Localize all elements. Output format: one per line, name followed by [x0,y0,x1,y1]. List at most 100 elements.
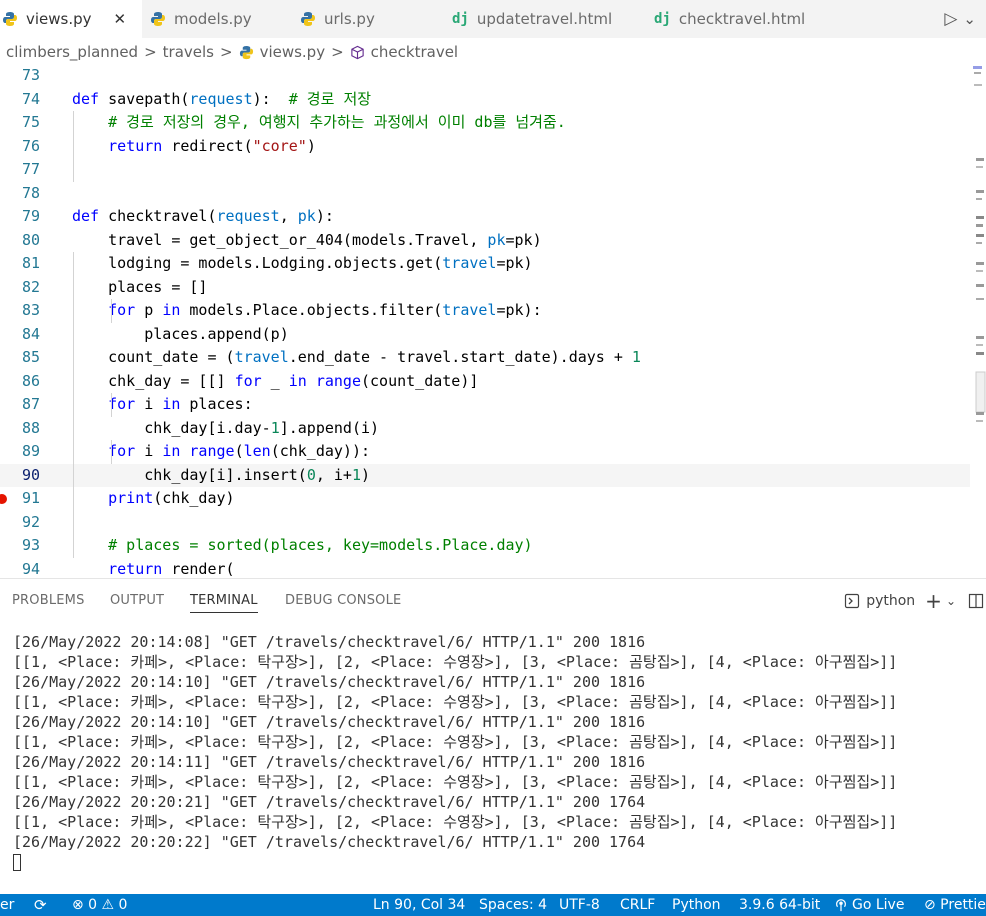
tab-checktravel-html[interactable]: dj checktravel.html [654,0,805,38]
status-remote-label[interactable]: er [0,894,14,916]
line-number[interactable]: 88 [0,417,40,441]
line-number[interactable]: 86 [0,370,40,394]
status-encoding[interactable]: UTF-8 [559,894,600,916]
tab-problems[interactable]: PROBLEMS [12,593,85,608]
line-number[interactable]: 76 [0,135,40,159]
go-live-button[interactable]: Go Live [834,894,904,916]
terminal-shell-selector[interactable]: python [844,593,915,609]
line-number[interactable]: 92 [0,511,40,535]
code-line[interactable]: 74 def savepath(request): # 경로 저장 [0,88,970,112]
line-number[interactable]: 78 [0,182,40,206]
chevron-down-icon[interactable]: ⌄ [946,594,956,608]
line-number[interactable]: 83 [0,299,40,323]
code-line[interactable]: 75 # 경로 저장의 경우, 여행지 추가하는 과정에서 이미 db를 넘겨줌… [0,111,970,135]
line-number[interactable]: 93 [0,534,40,558]
code-line[interactable]: 81 lodging = models.Lodging.objects.get(… [0,252,970,276]
code-line[interactable]: 76 return redirect("core") [0,135,970,159]
terminal-line: [[1, <Place: 카페>, <Place: 탁구장>], [2, <Pl… [13,733,898,751]
python-icon [150,11,166,27]
terminal-cursor [13,854,21,871]
status-indentation[interactable]: Spaces: 4 [479,894,547,916]
indent-guide [73,252,74,558]
indent-guide [111,393,112,417]
tab-urls-py[interactable]: urls.py [300,0,375,38]
code-text: # places = sorted(places, key=models.Pla… [108,536,533,554]
line-number[interactable]: 84 [0,323,40,347]
status-problems[interactable]: ⊗ 0 ⚠ 0 [72,894,127,916]
go-live-label: Go Live [852,897,905,913]
code-line[interactable]: 92 [0,511,970,535]
tab-debug-console[interactable]: DEBUG CONSOLE [285,593,401,608]
line-number[interactable]: 75 [0,111,40,135]
code-line[interactable]: 84 places.append(p) [0,323,970,347]
breadcrumb: climbers_planned > travels > views.py > … [0,38,986,66]
code-line[interactable]: 77 [0,158,970,182]
terminal-line: [[1, <Place: 카페>, <Place: 탁구장>], [2, <Pl… [13,813,898,831]
code-line[interactable]: 80 travel = get_object_or_404(models.Tra… [0,229,970,253]
code-editor[interactable]: 73 74 def savepath(request): # 경로 저장 75 # 경… [0,66,986,578]
code-line[interactable]: 88 chk_day[i.day-1].append(i) [0,417,970,441]
code-line[interactable]: 91 print(chk_day) [0,487,970,511]
line-number[interactable]: 89 [0,440,40,464]
run-icon[interactable]: ▷ [944,9,957,29]
line-number[interactable]: 77 [0,158,40,182]
code-line[interactable]: 90 chk_day[i].insert(0, i+1) [0,463,970,488]
line-number[interactable]: 79 [0,205,40,229]
line-number[interactable]: 82 [0,276,40,300]
code-line[interactable]: 78 [0,182,970,206]
terminal-line: [26/May/2022 20:14:10] "GET /travels/che… [13,673,646,691]
line-number[interactable]: 74 [0,88,40,112]
line-number[interactable]: 73 [0,66,40,88]
terminal-line: [26/May/2022 20:20:21] "GET /travels/che… [13,793,646,811]
terminal-output[interactable]: [26/May/2022 20:14:08] "GET /travels/che… [0,622,986,894]
status-prettier[interactable]: ⊘ Prettie [924,894,986,916]
python-icon [239,45,253,59]
breadcrumb-folder[interactable]: climbers_planned [6,43,138,61]
tab-terminal[interactable]: TERMINAL [190,593,258,613]
status-cursor-position[interactable]: Ln 90, Col 34 [373,894,465,916]
status-interpreter[interactable]: 3.9.6 64-bit [739,894,820,916]
code-text: count_date = (travel.end_date - travel.s… [72,348,641,366]
code-line[interactable]: 86 chk_day = [[] for _ in range(count_da… [0,370,970,394]
breadcrumb-symbol[interactable]: checktravel [350,43,458,61]
line-number[interactable]: 94 [0,558,40,579]
status-eol[interactable]: CRLF [620,894,655,916]
indent-guide [73,111,74,182]
tab-output[interactable]: OUTPUT [110,593,164,608]
code-text: for p in models.Place.objects.filter(tra… [108,301,542,319]
split-terminal-icon[interactable] [968,593,984,609]
code-line[interactable]: 89 for i in range(len(chk_day)): [0,440,970,464]
code-text: places.append(p) [72,324,289,343]
chevron-down-icon[interactable]: ⌄ [963,10,976,28]
line-number[interactable]: 90 [0,464,40,488]
line-number[interactable]: 81 [0,252,40,276]
breadcrumb-file[interactable]: views.py [239,43,325,61]
tab-models-py[interactable]: models.py [150,0,252,38]
terminal-line: [[1, <Place: 카페>, <Place: 탁구장>], [2, <Pl… [13,653,898,671]
code-line[interactable]: 82 places = [] [0,276,970,300]
code-line[interactable]: 93 # places = sorted(places, key=models.… [0,534,970,558]
sync-icon[interactable]: ⟳ [34,894,47,916]
add-terminal-icon[interactable]: + [925,589,942,613]
code-line[interactable]: 94 return render( [0,558,970,579]
code-text: # 경로 저장의 경우, 여행지 추가하는 과정에서 이미 db를 넘겨줌. [108,113,566,131]
tab-views-py[interactable]: views.py ✕ [0,0,142,38]
close-icon[interactable]: ✕ [114,10,127,28]
editor-actions: ▷ ⌄ [944,0,976,38]
tab-updatetravel-html[interactable]: dj updatetravel.html [452,0,612,38]
code-line[interactable]: 87 for i in places: [0,393,970,417]
terminal-actions: python + ⌄ [844,589,986,613]
code-text: places = [] [72,277,208,296]
breadcrumb-folder[interactable]: travels [163,43,214,61]
minimap[interactable] [970,66,986,578]
status-language[interactable]: Python [672,894,721,916]
line-number[interactable]: 80 [0,229,40,253]
code-line[interactable]: 85 count_date = (travel.end_date - trave… [0,346,970,370]
code-line[interactable]: 79 def checktravel(request, pk): [0,205,970,229]
line-number[interactable]: 85 [0,346,40,370]
line-number[interactable]: 87 [0,393,40,417]
code-text: chk_day[i.day-1].append(i) [72,418,380,437]
code-line[interactable]: 83 for p in models.Place.objects.filter(… [0,299,970,323]
terminal-line: [26/May/2022 20:14:08] "GET /travels/che… [13,633,646,651]
code-line[interactable]: 73 [0,66,970,88]
